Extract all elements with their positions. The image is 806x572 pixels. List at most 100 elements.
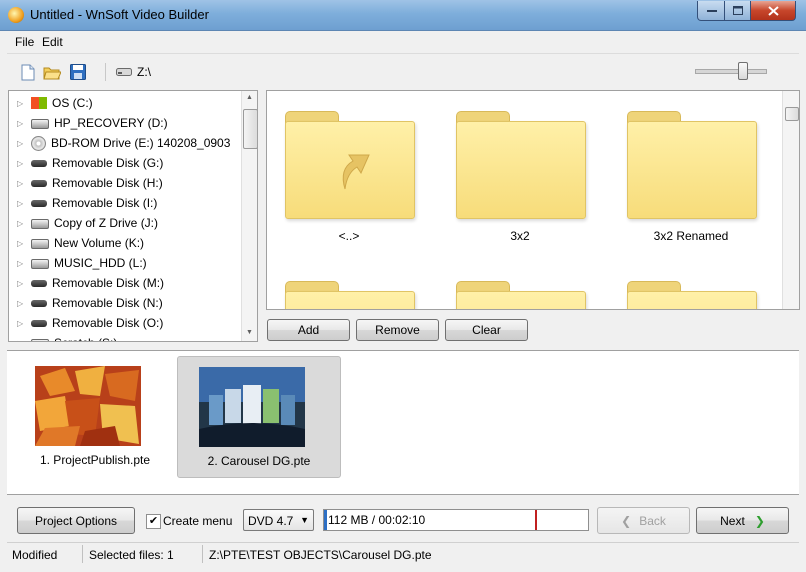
folder-label: 3x2: [510, 229, 530, 243]
folder-icon: [456, 111, 586, 219]
tree-item[interactable]: ▷ HP_RECOVERY (D:): [9, 113, 239, 133]
tree-item[interactable]: ▷ Removable Disk (H:): [9, 173, 239, 193]
tree-scrollbar[interactable]: ▲ ▼: [241, 91, 257, 341]
menu-file[interactable]: File: [15, 35, 34, 49]
tree-item-label: Removable Disk (M:): [52, 276, 165, 290]
new-file-icon[interactable]: [19, 63, 37, 81]
next-button[interactable]: Next ❯: [696, 507, 789, 534]
capacity-limit-marker: [535, 510, 537, 530]
removable-disk-icon: [31, 159, 47, 167]
optical-disc-icon: [31, 135, 46, 151]
expand-arrow-icon[interactable]: ▷: [17, 279, 27, 288]
tree-item-label: Scratch (S:): [54, 336, 117, 341]
expand-arrow-icon[interactable]: ▷: [17, 219, 27, 228]
folder-icon: [285, 281, 415, 309]
folder-browser: <..> 3x2 3x2 Renamed: [266, 90, 800, 310]
close-button[interactable]: [750, 1, 796, 21]
folder-item[interactable]: [609, 261, 759, 309]
tree-item[interactable]: ▷ Removable Disk (N:): [9, 293, 239, 313]
tree-item-label: Removable Disk (O:): [52, 316, 164, 330]
up-arrow-icon: [342, 154, 370, 190]
expand-arrow-icon[interactable]: ▷: [17, 179, 27, 188]
maximize-button[interactable]: [724, 1, 752, 21]
back-label: Back: [639, 513, 666, 528]
folder-item[interactable]: [267, 261, 417, 309]
windows-drive-icon: [31, 97, 47, 109]
clear-button[interactable]: Clear: [445, 319, 528, 341]
tree-item[interactable]: ▷ Removable Disk (I:): [9, 193, 239, 213]
zoom-slider-thumb[interactable]: [738, 62, 748, 80]
status-separator: [202, 545, 203, 563]
app-icon: [8, 7, 24, 23]
toolbar: Z:\: [7, 54, 799, 88]
back-button[interactable]: ❮ Back: [597, 507, 690, 534]
chevron-right-icon: ❯: [754, 513, 765, 528]
folder-label: 3x2 Renamed: [653, 229, 729, 243]
scroll-up-icon[interactable]: ▲: [246, 94, 253, 101]
folder-item[interactable]: 3x2: [438, 91, 588, 243]
tree-item[interactable]: ▷ New Volume (K:): [9, 233, 239, 253]
tree-item[interactable]: ▷ Removable Disk (M:): [9, 273, 239, 293]
tree-item-label: Removable Disk (I:): [52, 196, 158, 210]
remove-button[interactable]: Remove: [356, 319, 439, 341]
create-menu-checkbox[interactable]: ✔: [146, 514, 161, 529]
current-path: Z:\: [137, 65, 151, 79]
browser-scrollbar-thumb[interactable]: [785, 107, 799, 121]
project-options-button[interactable]: Project Options: [17, 507, 135, 534]
project-thumbnail: [199, 367, 305, 447]
project-item-selected[interactable]: 2. Carousel DG.pte: [177, 356, 341, 478]
removable-disk-icon: [31, 199, 47, 207]
expand-arrow-icon[interactable]: ▷: [17, 159, 27, 168]
zoom-slider[interactable]: [695, 69, 767, 74]
project-item[interactable]: 1. ProjectPublish.pte: [14, 356, 176, 476]
folder-item[interactable]: 3x2 Renamed: [609, 91, 759, 243]
folder-item[interactable]: <..>: [267, 91, 417, 243]
main-window: Untitled - WnSoft Video Builder File Edi…: [0, 0, 806, 572]
menu-edit[interactable]: Edit: [42, 35, 63, 49]
drive-tree: ▷ OS (C:) ▷ HP_RECOVERY (D:) ▷ BD-ROM Drive (…: [8, 90, 258, 342]
tree-item[interactable]: ▷ Removable Disk (G:): [9, 153, 239, 173]
next-label: Next: [720, 513, 745, 528]
hard-disk-icon: [31, 219, 49, 229]
folder-icon: [627, 281, 757, 309]
hard-disk-icon: [31, 259, 49, 269]
expand-arrow-icon[interactable]: ▷: [17, 339, 27, 342]
menu-bar: File Edit: [7, 31, 799, 54]
expand-arrow-icon[interactable]: ▷: [17, 239, 27, 248]
tree-item-label: BD-ROM Drive (E:) 140208_0903: [51, 136, 231, 150]
title-bar[interactable]: Untitled - WnSoft Video Builder: [0, 0, 806, 31]
window-title: Untitled - WnSoft Video Builder: [30, 7, 209, 22]
open-folder-icon[interactable]: [43, 63, 61, 81]
scroll-down-icon[interactable]: ▼: [246, 329, 253, 336]
tree-item[interactable]: ▷ OS (C:): [9, 93, 239, 113]
drive-icon: [115, 63, 133, 81]
minimize-button[interactable]: [697, 1, 726, 21]
expand-arrow-icon[interactable]: ▷: [17, 299, 27, 308]
expand-arrow-icon[interactable]: ▷: [17, 139, 27, 148]
expand-arrow-icon[interactable]: ▷: [17, 199, 27, 208]
disc-type-select[interactable]: DVD 4.7 ▼: [243, 509, 314, 531]
hard-disk-icon: [31, 339, 49, 341]
tree-scrollbar-thumb[interactable]: [243, 109, 257, 149]
bottom-bar: Project Options ✔ Create menu DVD 4.7 ▼ …: [7, 502, 799, 540]
folder-item[interactable]: [438, 261, 588, 309]
expand-arrow-icon[interactable]: ▷: [17, 319, 27, 328]
project-label: 2. Carousel DG.pte: [207, 454, 311, 468]
expand-arrow-icon[interactable]: ▷: [17, 119, 27, 128]
browser-scrollbar[interactable]: [782, 91, 799, 309]
tree-item-label: HP_RECOVERY (D:): [54, 116, 168, 130]
add-button[interactable]: Add: [267, 319, 350, 341]
tree-item-label: OS (C:): [52, 96, 93, 110]
expand-arrow-icon[interactable]: ▷: [17, 99, 27, 108]
tree-item[interactable]: ▷ BD-ROM Drive (E:) 140208_0903: [9, 133, 239, 153]
expand-arrow-icon[interactable]: ▷: [17, 259, 27, 268]
checkmark-icon: ✔: [148, 515, 159, 527]
save-icon[interactable]: [69, 63, 87, 81]
tree-item[interactable]: ▷ Scratch (S:): [9, 333, 239, 342]
disc-type-value: DVD 4.7: [248, 514, 294, 528]
tree-item[interactable]: ▷ Removable Disk (O:): [9, 313, 239, 333]
tree-item[interactable]: ▷ Copy of Z Drive (J:): [9, 213, 239, 233]
tree-item-label: Removable Disk (G:): [52, 156, 164, 170]
tree-item[interactable]: ▷ MUSIC_HDD (L:): [9, 253, 239, 273]
minimize-icon: [706, 9, 717, 12]
